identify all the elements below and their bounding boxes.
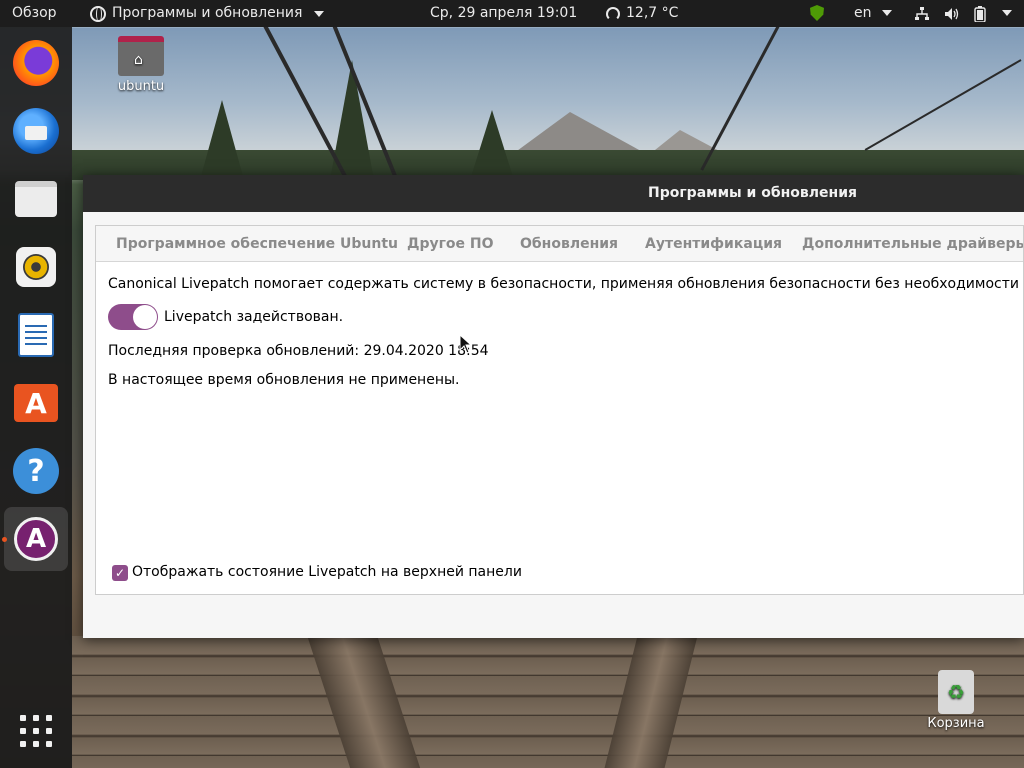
tab-additional-drivers[interactable]: Дополнительные драйверы [802, 226, 1023, 262]
shield-icon [810, 5, 824, 21]
dock-libreoffice-writer[interactable] [8, 307, 64, 363]
chevron-down-icon [881, 10, 892, 16]
volume-indicator[interactable] [944, 0, 960, 27]
wallpaper-tree [470, 110, 514, 180]
status-text: В настоящее время обновления не применен… [108, 372, 460, 388]
dock: A ? A [0, 27, 72, 768]
desktop-trash[interactable]: ♻ Корзина [920, 670, 992, 731]
livepatch-description: Canonical Livepatch помогает содержать с… [108, 276, 1023, 292]
window-titlebar[interactable]: Программы и обновления [83, 175, 1024, 212]
show-applications-button[interactable] [8, 703, 64, 759]
tab-other-software[interactable]: Другое ПО [407, 226, 494, 262]
cursor-icon [459, 334, 473, 354]
ubuntu-software-icon: A [14, 384, 58, 422]
files-icon [15, 181, 57, 217]
dock-help[interactable]: ? [8, 443, 64, 499]
clock-button[interactable]: Ср, 29 апреля 19:01 [430, 0, 577, 27]
window-title: Программы и обновления [648, 185, 858, 201]
app-menu-button[interactable]: Программы и обновления [90, 0, 325, 27]
dock-firefox[interactable] [8, 35, 64, 91]
weather-icon [606, 6, 620, 21]
help-icon: ? [13, 448, 59, 494]
app-menu-label: Программы и обновления [112, 5, 303, 21]
desktop-home-label: ubuntu [117, 79, 165, 94]
rhythmbox-icon [16, 247, 56, 287]
desktop-home-folder[interactable]: ⌂ ubuntu [108, 36, 174, 94]
software-properties-icon: A [14, 517, 58, 561]
software-properties-window: Программы и обновления Программное обесп… [83, 175, 1024, 638]
running-indicator [2, 537, 7, 542]
show-status-checkbox-label[interactable]: Отображать состояние Livepatch на верхне… [132, 564, 522, 580]
writer-icon [18, 313, 54, 357]
livepatch-switch-label: Livepatch задействован. [164, 309, 344, 325]
dock-thunderbird[interactable] [8, 103, 64, 159]
firefox-icon [13, 40, 59, 86]
livepatch-indicator[interactable] [810, 0, 824, 27]
volume-icon [945, 8, 959, 20]
trash-icon: ♻ [938, 670, 974, 714]
tab-notebook: Программное обеспечение Ubuntu Другое ПО… [95, 225, 1024, 595]
globe-icon [90, 5, 106, 22]
dock-software-updater[interactable]: A [4, 507, 68, 571]
switch-knob [133, 305, 157, 329]
grid-icon [20, 715, 52, 747]
tab-bar: Программное обеспечение Ubuntu Другое ПО… [96, 226, 1023, 262]
last-check-text: Последняя проверка обновлений: 29.04.202… [108, 343, 489, 359]
show-status-checkbox[interactable]: ✓ [112, 565, 128, 581]
battery-indicator[interactable] [974, 0, 986, 27]
tab-updates[interactable]: Обновления [520, 226, 618, 262]
network-indicator[interactable] [914, 0, 930, 27]
livepatch-switch[interactable] [108, 304, 158, 330]
chevron-down-icon [314, 10, 325, 17]
tab-authentication[interactable]: Аутентификация [645, 226, 782, 262]
wallpaper-tree [200, 100, 244, 180]
home-folder-icon: ⌂ [118, 36, 164, 76]
dock-files[interactable] [8, 171, 64, 227]
desktop-trash-label: Корзина [927, 716, 985, 731]
activities-button[interactable]: Обзор [12, 0, 57, 27]
dock-rhythmbox[interactable] [8, 239, 64, 295]
network-icon [915, 7, 929, 20]
wallpaper-bridge-deck [72, 636, 1024, 768]
keyboard-layout-indicator[interactable]: en [854, 0, 892, 27]
chevron-down-icon [1002, 10, 1012, 16]
weather-temperature: 12,7 °C [626, 5, 679, 21]
system-menu-button[interactable] [996, 0, 1012, 27]
dock-ubuntu-software[interactable]: A [8, 375, 64, 431]
battery-icon [974, 6, 986, 23]
top-panel: Обзор Программы и обновления Ср, 29 апре… [0, 0, 1024, 27]
weather-indicator[interactable]: 12,7 °C [606, 0, 678, 27]
tab-ubuntu-software[interactable]: Программное обеспечение Ubuntu [116, 226, 398, 262]
keyboard-layout-label: en [854, 5, 872, 21]
thunderbird-icon [13, 108, 59, 154]
